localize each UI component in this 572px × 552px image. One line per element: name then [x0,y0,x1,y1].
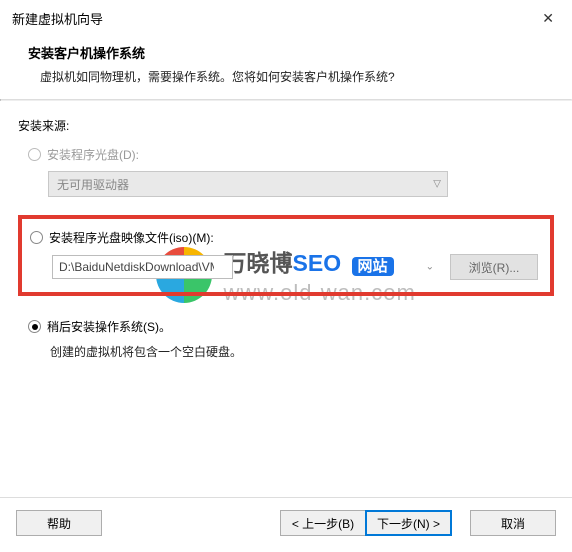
radio-install-later[interactable] [28,320,41,333]
install-source-label: 安装来源: [18,117,554,134]
drive-select[interactable]: 无可用驱动器 ▽ [48,171,448,197]
iso-path-input[interactable] [52,255,233,279]
radio-installer-disc-label: 安装程序光盘(D): [47,146,139,163]
close-icon[interactable]: ✕ [536,8,560,29]
radio-iso-file[interactable] [30,231,43,244]
cancel-button[interactable]: 取消 [470,510,556,536]
radio-iso-file-label: 安装程序光盘映像文件(iso)(M): [49,229,214,246]
page-subtitle: 虚拟机如同物理机，需要操作系统。您将如何安装客户机操作系统? [40,68,544,85]
drive-select-text: 无可用驱动器 [57,176,129,193]
back-button[interactable]: < 上一步(B) [280,510,366,536]
browse-button[interactable]: 浏览(R)... [450,254,538,280]
chevron-down-icon: ▽ [433,179,441,190]
install-later-note: 创建的虚拟机将包含一个空白硬盘。 [50,343,554,360]
iso-option-highlight: 安装程序光盘映像文件(iso)(M): ⌄ 浏览(R)... [18,215,554,296]
next-button[interactable]: 下一步(N) > [365,510,452,536]
radio-install-later-label: 稍后安装操作系统(S)。 [47,318,171,335]
window-title: 新建虚拟机向导 [12,9,103,28]
page-title: 安装客户机操作系统 [28,43,544,62]
help-button[interactable]: 帮助 [16,510,102,536]
radio-installer-disc[interactable] [28,148,41,161]
chevron-down-icon: ⌄ [426,262,434,273]
